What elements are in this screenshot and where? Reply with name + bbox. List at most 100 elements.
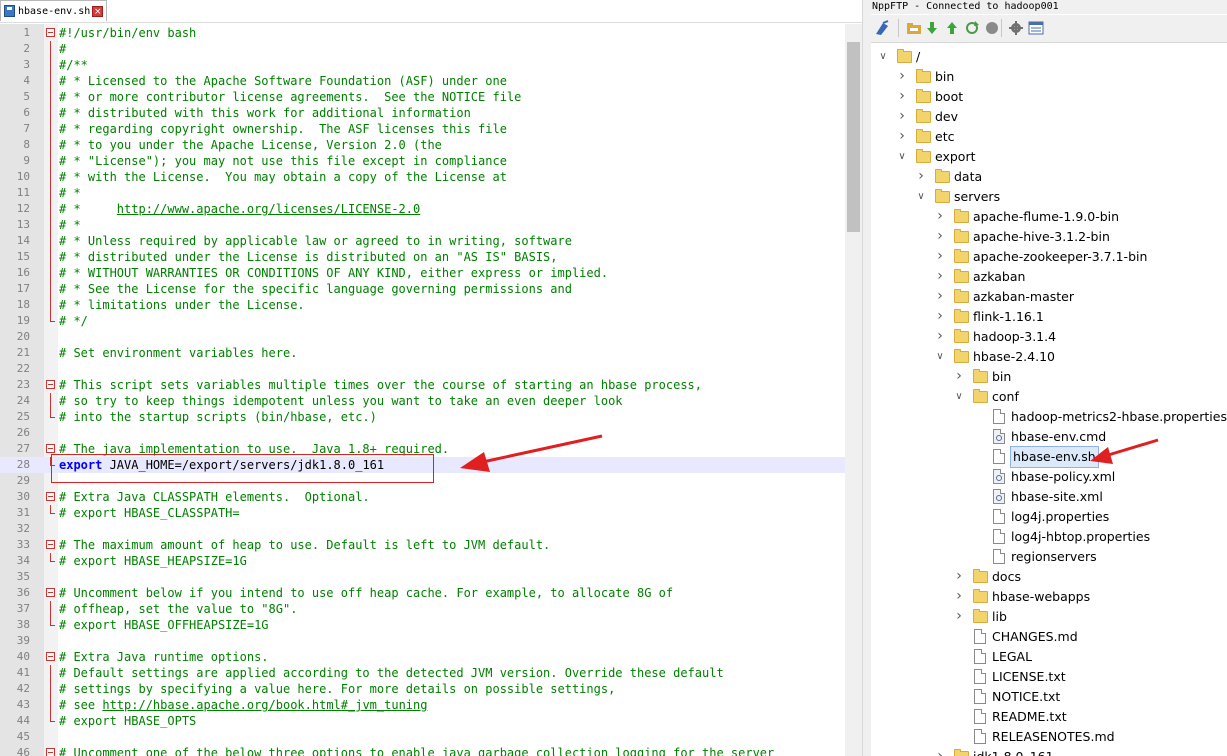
fold-toggle-icon[interactable]: [46, 540, 55, 549]
code-line-6[interactable]: 6 # * distributed with this work for addi…: [0, 105, 845, 121]
code-line-36[interactable]: 36 # Uncomment below if you intend to use…: [0, 585, 845, 601]
code-line-19[interactable]: 19 # */: [0, 313, 845, 329]
chevron-right-icon[interactable]: ›: [935, 269, 945, 283]
fold-toggle-icon[interactable]: [46, 492, 55, 501]
fold-toggle-icon[interactable]: [46, 28, 55, 37]
chevron-right-icon[interactable]: ›: [935, 249, 945, 263]
upload-icon[interactable]: [944, 20, 960, 36]
tree-folder-azkaban[interactable]: › azkaban: [871, 267, 1227, 287]
tree-folder-[interactable]: ∨ /: [871, 47, 1227, 67]
tree-folder-azkaban-master[interactable]: › azkaban-master: [871, 287, 1227, 307]
settings-icon[interactable]: [1008, 20, 1024, 36]
code-line-4[interactable]: 4 # * Licensed to the Apache Software Fou…: [0, 73, 845, 89]
code-line-39[interactable]: 39: [0, 633, 845, 649]
ftp-file-tree[interactable]: ∨ / › bin › boot › dev › etc ∨ export › data ∨ servers ›…: [871, 44, 1227, 756]
chevron-right-icon[interactable]: ›: [916, 169, 926, 183]
chevron-right-icon[interactable]: ›: [954, 589, 964, 603]
tree-file-log4j-hbtop-properties[interactable]: log4j-hbtop.properties: [871, 527, 1227, 547]
tree-file-license-txt[interactable]: LICENSE.txt: [871, 667, 1227, 687]
fold-toggle-icon[interactable]: [46, 588, 55, 597]
editor-scrollbar-thumb[interactable]: [847, 42, 860, 232]
tree-folder-flink-1-16-1[interactable]: › flink-1.16.1: [871, 307, 1227, 327]
tree-folder-dev[interactable]: › dev: [871, 107, 1227, 127]
tree-folder-boot[interactable]: › boot: [871, 87, 1227, 107]
download-icon[interactable]: [924, 20, 940, 36]
tree-folder-hbase-2-4-10[interactable]: ∨ hbase-2.4.10: [871, 347, 1227, 367]
chevron-right-icon[interactable]: ›: [897, 129, 907, 143]
code-line-30[interactable]: 30 # Extra Java CLASSPATH elements. Optio…: [0, 489, 845, 505]
code-line-20[interactable]: 20: [0, 329, 845, 345]
code-line-44[interactable]: 44 # export HBASE_OPTS: [0, 713, 845, 729]
message-window-icon[interactable]: [1028, 20, 1044, 36]
code-line-26[interactable]: 26: [0, 425, 845, 441]
tree-folder-data[interactable]: › data: [871, 167, 1227, 187]
tree-folder-export[interactable]: ∨ export: [871, 147, 1227, 167]
code-line-3[interactable]: 3 #/**: [0, 57, 845, 73]
tree-file-legal[interactable]: LEGAL: [871, 647, 1227, 667]
tree-folder-servers[interactable]: ∨ servers: [871, 187, 1227, 207]
code-line-12[interactable]: 12 # * http://www.apache.org/licenses/LIC…: [0, 201, 845, 217]
chevron-down-icon[interactable]: ∨: [954, 391, 964, 403]
tree-folder-bin[interactable]: › bin: [871, 67, 1227, 87]
chevron-right-icon[interactable]: ›: [935, 749, 945, 756]
tree-folder-apache-flume-1-9-0-bin[interactable]: › apache-flume-1.9.0-bin: [871, 207, 1227, 227]
code-line-40[interactable]: 40 # Extra Java runtime options.: [0, 649, 845, 665]
fold-toggle-icon[interactable]: [46, 748, 55, 756]
chevron-right-icon[interactable]: ›: [935, 329, 945, 343]
open-folder-icon[interactable]: [906, 20, 922, 36]
code-line-46[interactable]: 46 # Uncomment one of the below three opt…: [0, 745, 845, 756]
connect-icon[interactable]: [874, 20, 890, 36]
tree-folder-apache-hive-3-1-2-bin[interactable]: › apache-hive-3.1.2-bin: [871, 227, 1227, 247]
chevron-down-icon[interactable]: ∨: [916, 191, 926, 203]
code-line-1[interactable]: 1 #!/usr/bin/env bash: [0, 25, 845, 41]
tree-folder-jdk1-8-0-161[interactable]: › jdk1.8.0_161: [871, 747, 1227, 756]
code-line-5[interactable]: 5 # * or more contributor license agreeme…: [0, 89, 845, 105]
tree-file-hbase-policy-xml[interactable]: hbase-policy.xml: [871, 467, 1227, 487]
code-line-13[interactable]: 13 # *: [0, 217, 845, 233]
chevron-right-icon[interactable]: ›: [935, 209, 945, 223]
tree-file-log4j-properties[interactable]: log4j.properties: [871, 507, 1227, 527]
url-link[interactable]: http://www.apache.org/licenses/LICENSE-2…: [117, 202, 420, 216]
chevron-right-icon[interactable]: ›: [954, 609, 964, 623]
tree-file-readme-txt[interactable]: README.txt: [871, 707, 1227, 727]
code-line-17[interactable]: 17 # * See the License for the specific l…: [0, 281, 845, 297]
code-line-34[interactable]: 34 # export HBASE_HEAPSIZE=1G: [0, 553, 845, 569]
tree-file-notice-txt[interactable]: NOTICE.txt: [871, 687, 1227, 707]
tree-file-releasenotes-md[interactable]: RELEASENOTES.md: [871, 727, 1227, 747]
fold-toggle-icon[interactable]: [46, 652, 55, 661]
tab-hbase-env-sh[interactable]: hbase-env.sh ×: [0, 0, 107, 21]
tree-folder-apache-zookeeper-3-7-1-bin[interactable]: › apache-zookeeper-3.7.1-bin: [871, 247, 1227, 267]
code-line-42[interactable]: 42 # settings by specifying a value here.…: [0, 681, 845, 697]
fold-toggle-icon[interactable]: [46, 444, 55, 453]
code-line-7[interactable]: 7 # * regarding copyright ownership. The …: [0, 121, 845, 137]
chevron-down-icon[interactable]: ∨: [878, 51, 888, 63]
tree-folder-hadoop-3-1-4[interactable]: › hadoop-3.1.4: [871, 327, 1227, 347]
chevron-right-icon[interactable]: ›: [897, 89, 907, 103]
code-line-8[interactable]: 8 # * to you under the Apache License, Ve…: [0, 137, 845, 153]
code-line-22[interactable]: 22: [0, 361, 845, 377]
pane-splitter[interactable]: [862, 0, 871, 756]
code-line-24[interactable]: 24 # so try to keep things idempotent unl…: [0, 393, 845, 409]
code-line-16[interactable]: 16 # * WITHOUT WARRANTIES OR CONDITIONS O…: [0, 265, 845, 281]
tree-file-regionservers[interactable]: regionservers: [871, 547, 1227, 567]
close-tab-icon[interactable]: ×: [92, 5, 104, 17]
code-line-15[interactable]: 15 # * distributed under the License is d…: [0, 249, 845, 265]
chevron-right-icon[interactable]: ›: [897, 69, 907, 83]
code-line-9[interactable]: 9 # * "License"); you may not use this fi…: [0, 153, 845, 169]
fold-toggle-icon[interactable]: [46, 380, 55, 389]
chevron-right-icon[interactable]: ›: [935, 229, 945, 243]
code-line-37[interactable]: 37 # offheap, set the value to "8G".: [0, 601, 845, 617]
code-line-31[interactable]: 31 # export HBASE_CLASSPATH=: [0, 505, 845, 521]
code-area[interactable]: 1 #!/usr/bin/env bash 2 #3 #/** 4 # * Licensed…: [0, 24, 845, 756]
tree-folder-hbase-webapps[interactable]: › hbase-webapps: [871, 587, 1227, 607]
tree-folder-bin[interactable]: › bin: [871, 367, 1227, 387]
code-line-35[interactable]: 35: [0, 569, 845, 585]
code-line-43[interactable]: 43 # see http://hbase.apache.org/book.htm…: [0, 697, 845, 713]
tree-folder-conf[interactable]: ∨ conf: [871, 387, 1227, 407]
tree-folder-etc[interactable]: › etc: [871, 127, 1227, 147]
code-line-23[interactable]: 23 # This script sets variables multiple …: [0, 377, 845, 393]
code-line-2[interactable]: 2 #: [0, 41, 845, 57]
code-line-21[interactable]: 21 # Set environment variables here.: [0, 345, 845, 361]
chevron-right-icon[interactable]: ›: [935, 309, 945, 323]
chevron-down-icon[interactable]: ∨: [897, 151, 907, 163]
